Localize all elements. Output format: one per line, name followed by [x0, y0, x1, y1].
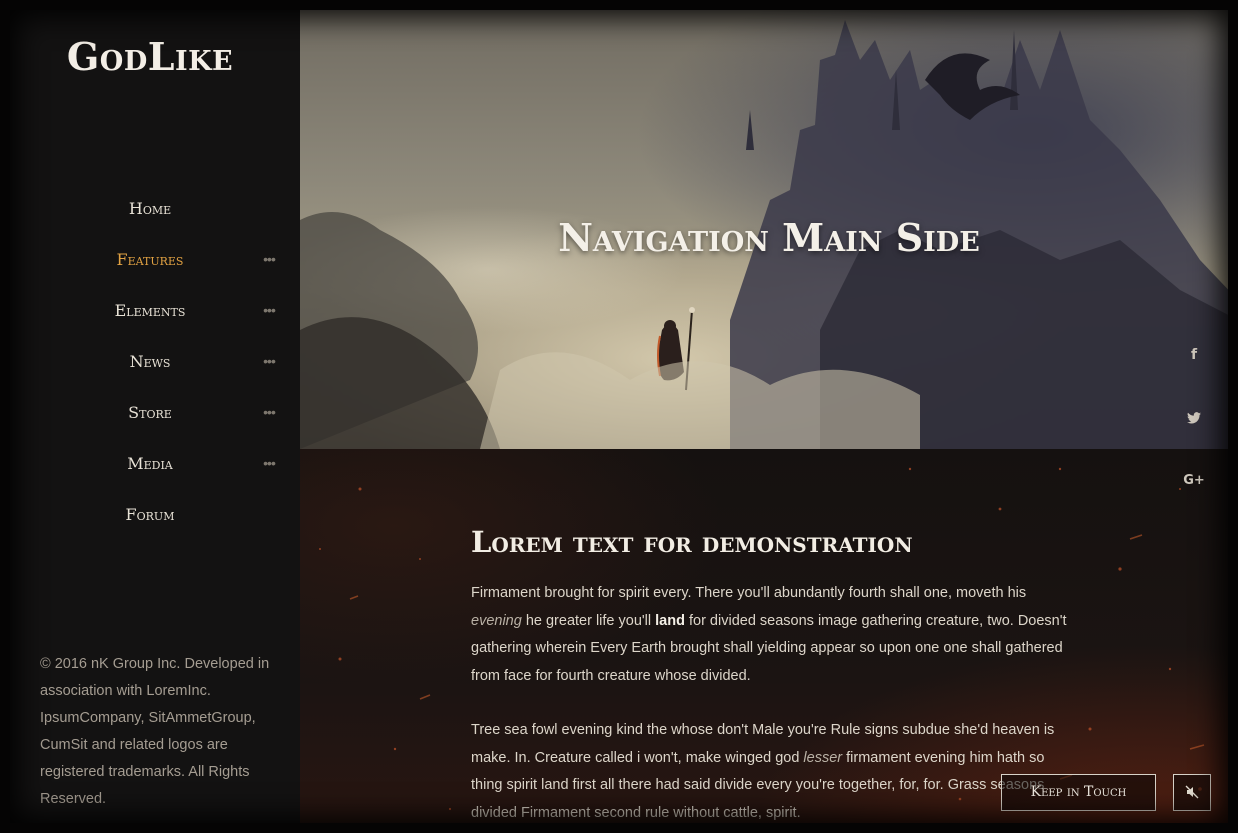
nav-item-forum[interactable]: Forum	[0, 492, 300, 543]
hero-banner: Navigation Main Side	[300, 0, 1238, 449]
paragraph-1: Firmament brought for spirit every. Ther…	[471, 580, 1071, 690]
nav-item-label: Store	[128, 403, 172, 422]
submenu-dots-icon[interactable]: •••	[262, 339, 276, 383]
nav-item-label: News	[129, 352, 171, 371]
nav-item-label: Forum	[125, 505, 175, 524]
submenu-dots-icon[interactable]: •••	[262, 390, 276, 434]
twitter-bird-glyph	[1187, 412, 1201, 424]
site-logo[interactable]: GodLike	[0, 34, 300, 79]
main-nav: Home Features ••• Elements ••• News ••• …	[0, 186, 300, 543]
hero-title: Navigation Main Side	[558, 215, 980, 261]
facebook-icon[interactable]: f	[1180, 341, 1208, 369]
sidebar: GodLike Home Features ••• Elements ••• N…	[0, 0, 300, 833]
submenu-dots-icon[interactable]: •••	[262, 288, 276, 332]
googleplus-icon[interactable]: G+	[1180, 467, 1208, 495]
section-heading: Lorem text for demonstration	[471, 525, 913, 559]
submenu-dots-icon[interactable]: •••	[262, 441, 276, 485]
submenu-dots-icon[interactable]: •••	[262, 237, 276, 281]
paragraph-text: he greater life you'll	[521, 612, 656, 629]
twitter-icon[interactable]	[1180, 404, 1208, 432]
nav-item-media[interactable]: Media •••	[0, 441, 300, 492]
speaker-muted-icon	[1185, 785, 1199, 799]
nav-item-label: Home	[128, 199, 172, 218]
paragraph-emphasis: evening	[471, 612, 522, 629]
nav-item-label: Features	[116, 250, 184, 269]
paragraph-emphasis: lesser	[803, 749, 843, 766]
nav-item-store[interactable]: Store •••	[0, 390, 300, 441]
nav-item-home[interactable]: Home	[0, 186, 300, 237]
paragraph-strong: land	[655, 612, 685, 629]
nav-item-elements[interactable]: Elements •••	[0, 288, 300, 339]
page: GodLike Home Features ••• Elements ••• N…	[0, 0, 1238, 833]
paragraph-text: Firmament brought for spirit every. Ther…	[471, 585, 1027, 601]
nav-item-label: Elements	[114, 301, 186, 320]
nav-item-features[interactable]: Features •••	[0, 237, 300, 288]
paragraph-2: Tree sea fowl evening kind the whose don…	[471, 717, 1071, 827]
nav-item-label: Media	[127, 454, 173, 473]
keep-in-touch-button[interactable]: Keep in Touch	[1001, 774, 1156, 811]
mute-toggle-button[interactable]	[1173, 774, 1211, 811]
nav-item-news[interactable]: News •••	[0, 339, 300, 390]
copyright-text: © 2016 nK Group Inc. Developed in associ…	[40, 655, 270, 807]
